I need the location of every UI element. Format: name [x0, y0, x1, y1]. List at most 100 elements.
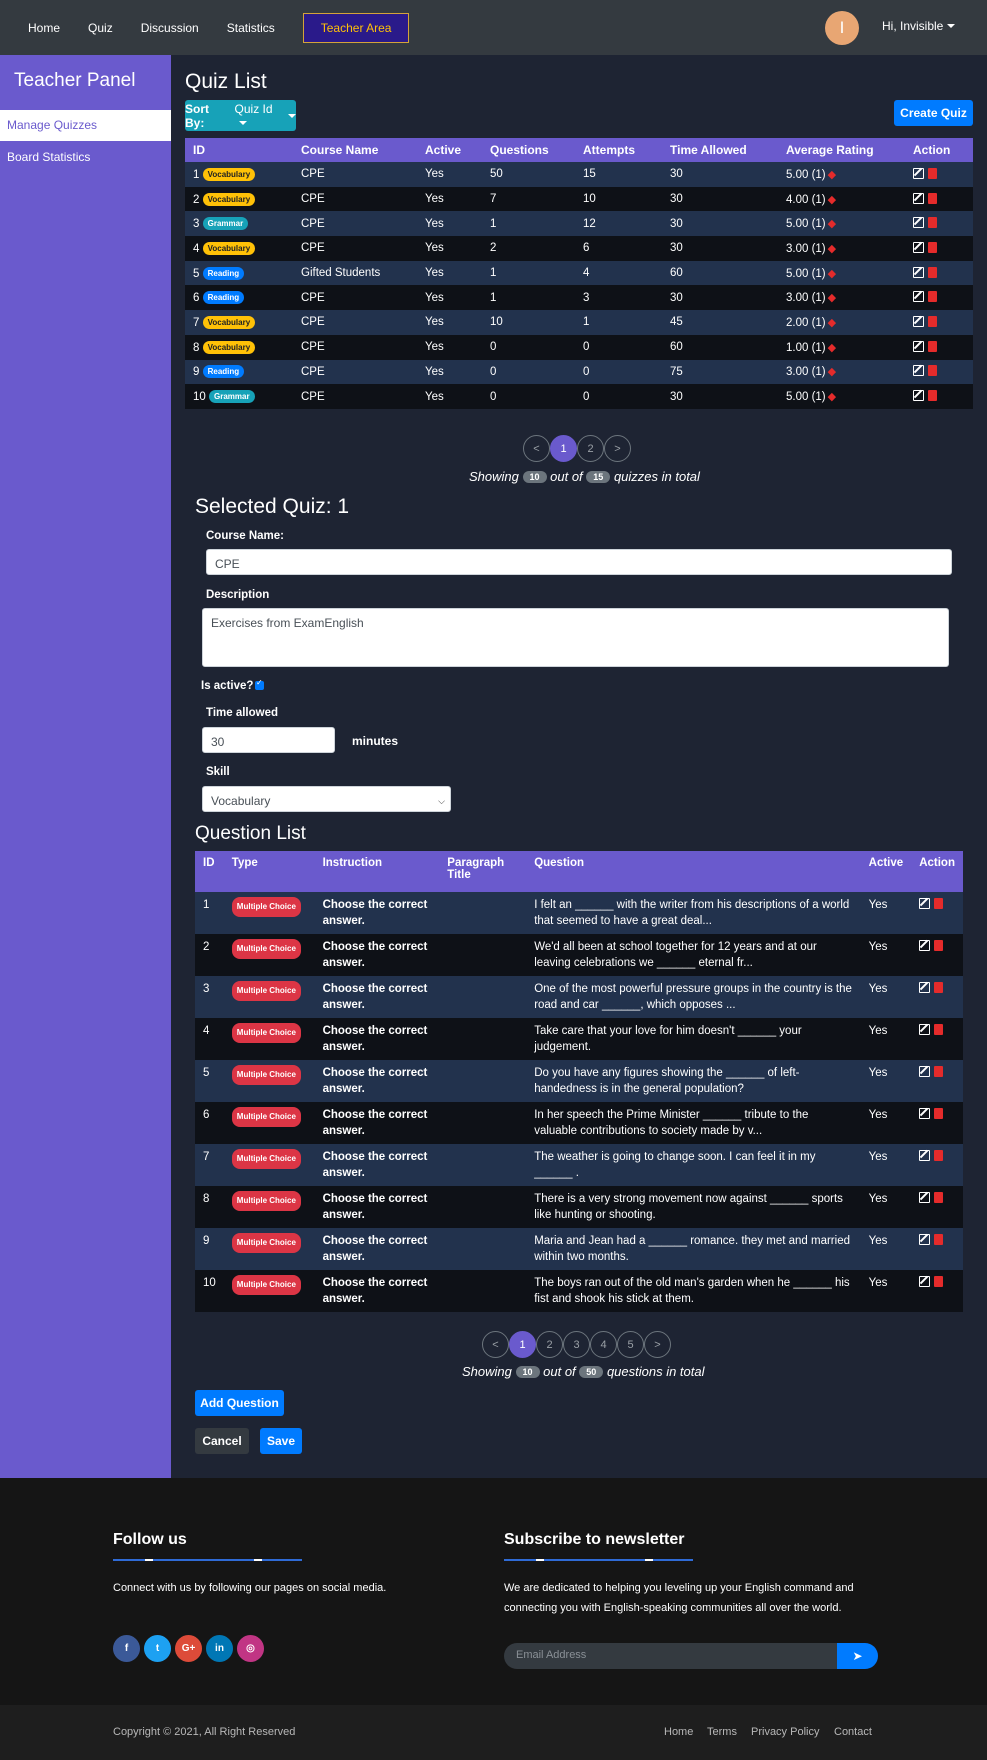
edit-icon[interactable] — [913, 266, 924, 278]
trash-icon[interactable] — [928, 167, 937, 179]
is-active-checkbox[interactable] — [255, 678, 264, 690]
table-row[interactable]: 10 Multiple Choice Choose the correct answ… — [195, 1270, 963, 1312]
trash-icon[interactable] — [934, 1108, 944, 1119]
page-button[interactable]: 2 — [536, 1331, 563, 1358]
table-row[interactable]: 5 Reading Gifted Students Yes 1 4 60 5.00 (1) ◆ — [185, 260, 973, 286]
trash-icon[interactable] — [934, 1024, 944, 1035]
edit-icon[interactable] — [919, 898, 931, 909]
trash-icon[interactable] — [934, 982, 944, 993]
trash-icon[interactable] — [928, 291, 937, 303]
edit-icon[interactable] — [919, 1108, 931, 1119]
cancel-button[interactable]: Cancel — [195, 1428, 249, 1454]
table-row[interactable]: 9 Reading CPE Yes 0 0 75 3.00 (1) ◆ — [185, 359, 973, 385]
table-row[interactable]: 2 Multiple Choice Choose the correct answe… — [195, 934, 963, 976]
trash-icon[interactable] — [928, 266, 937, 278]
edit-icon[interactable] — [919, 982, 931, 993]
trash-icon[interactable] — [928, 390, 937, 402]
course-name-input[interactable]: CPE — [206, 549, 952, 575]
twitter-icon[interactable]: t — [144, 1635, 171, 1662]
page-button[interactable]: > — [644, 1331, 671, 1358]
page-button[interactable]: 1 — [550, 435, 577, 462]
eraser-icon[interactable]: ◆ — [828, 342, 836, 354]
table-row[interactable]: 2 Vocabulary CPE Yes 7 10 30 4.00 (1) ◆ — [185, 186, 973, 212]
table-row[interactable]: 9 Multiple Choice Choose the correct answe… — [195, 1228, 963, 1270]
nav-discussion[interactable]: Discussion — [141, 21, 199, 35]
edit-icon[interactable] — [919, 1234, 931, 1245]
edit-icon[interactable] — [913, 390, 924, 402]
footer-link-privacy-policy[interactable]: Privacy Policy — [751, 1726, 819, 1738]
edit-icon[interactable] — [913, 241, 924, 253]
trash-icon[interactable] — [928, 340, 937, 352]
table-row[interactable]: 10 Grammar CPE Yes 0 0 30 5.00 (1) ◆ — [185, 384, 973, 409]
edit-icon[interactable] — [919, 1276, 931, 1287]
facebook-icon[interactable]: f — [113, 1635, 140, 1662]
skill-select[interactable]: Vocabulary ⌵ — [202, 786, 451, 812]
edit-icon[interactable] — [919, 1024, 931, 1035]
instagram-icon[interactable]: ◎ — [237, 1635, 264, 1662]
google-plus-icon[interactable]: G+ — [175, 1635, 202, 1662]
linkedin-icon[interactable]: in — [206, 1635, 233, 1662]
table-row[interactable]: 1 Multiple Choice Choose the correct answe… — [195, 892, 963, 934]
eraser-icon[interactable]: ◆ — [828, 243, 836, 255]
nav-home[interactable]: Home — [28, 21, 60, 35]
trash-icon[interactable] — [934, 1276, 944, 1287]
footer-link-terms[interactable]: Terms — [707, 1726, 737, 1738]
trash-icon[interactable] — [934, 1192, 944, 1203]
page-button[interactable]: 5 — [617, 1331, 644, 1358]
eraser-icon[interactable]: ◆ — [828, 391, 836, 403]
table-row[interactable]: 4 Vocabulary CPE Yes 2 6 30 3.00 (1) ◆ — [185, 236, 973, 261]
table-row[interactable]: 6 Multiple Choice Choose the correct answe… — [195, 1102, 963, 1144]
edit-icon[interactable] — [913, 340, 924, 352]
trash-icon[interactable] — [928, 192, 937, 204]
table-row[interactable]: 3 Multiple Choice Choose the correct answe… — [195, 976, 963, 1018]
page-button[interactable]: 4 — [590, 1331, 617, 1358]
eraser-icon[interactable]: ◆ — [828, 292, 836, 304]
trash-icon[interactable] — [928, 315, 937, 327]
trash-icon[interactable] — [928, 217, 937, 229]
sidebar-item-board-statistics[interactable]: Board Statistics — [0, 142, 171, 173]
edit-icon[interactable] — [919, 940, 931, 951]
page-button[interactable]: 1 — [509, 1331, 536, 1358]
edit-icon[interactable] — [913, 315, 924, 327]
nav-teacher-area[interactable]: Teacher Area — [302, 12, 410, 43]
time-allowed-input[interactable]: 30 — [202, 727, 335, 753]
nav-quiz[interactable]: Quiz — [88, 21, 113, 35]
trash-icon[interactable] — [934, 940, 944, 951]
edit-icon[interactable] — [919, 1066, 931, 1077]
table-row[interactable]: 6 Reading CPE Yes 1 3 30 3.00 (1) ◆ — [185, 285, 973, 311]
edit-icon[interactable] — [919, 1192, 931, 1203]
sidebar-item-manage-quizzes[interactable]: Manage Quizzes — [0, 110, 171, 141]
nav-statistics[interactable]: Statistics — [227, 21, 275, 35]
eraser-icon[interactable]: ◆ — [828, 317, 836, 329]
page-button[interactable]: > — [604, 435, 631, 462]
page-button[interactable]: 3 — [563, 1331, 590, 1358]
trash-icon[interactable] — [928, 365, 937, 377]
create-quiz-button[interactable]: Create Quiz — [894, 100, 973, 126]
email-input[interactable]: Email Address — [504, 1643, 838, 1669]
description-textarea[interactable]: Exercises from ExamEnglish — [202, 608, 949, 667]
eraser-icon[interactable]: ◆ — [828, 194, 836, 206]
trash-icon[interactable] — [934, 898, 944, 909]
edit-icon[interactable] — [913, 167, 924, 179]
page-button[interactable]: < — [523, 435, 550, 462]
eraser-icon[interactable]: ◆ — [828, 366, 836, 378]
user-menu-dropdown[interactable]: Hi, Invisible — [882, 19, 955, 33]
trash-icon[interactable] — [934, 1234, 944, 1245]
page-button[interactable]: 2 — [577, 435, 604, 462]
table-row[interactable]: 7 Vocabulary CPE Yes 10 1 45 2.00 (1) ◆ — [185, 310, 973, 335]
save-button[interactable]: Save — [260, 1428, 302, 1454]
trash-icon[interactable] — [934, 1150, 944, 1161]
eraser-icon[interactable]: ◆ — [828, 218, 836, 230]
eraser-icon[interactable]: ◆ — [828, 268, 836, 280]
trash-icon[interactable] — [928, 241, 937, 253]
page-button[interactable]: < — [482, 1331, 509, 1358]
footer-link-home[interactable]: Home — [664, 1726, 693, 1738]
table-row[interactable]: 8 Multiple Choice Choose the correct answe… — [195, 1186, 963, 1228]
subscribe-button[interactable]: ➤ — [837, 1643, 878, 1669]
footer-link-contact[interactable]: Contact — [834, 1726, 872, 1738]
trash-icon[interactable] — [934, 1066, 944, 1077]
edit-icon[interactable] — [919, 1150, 931, 1161]
table-row[interactable]: 7 Multiple Choice Choose the correct answe… — [195, 1144, 963, 1186]
eraser-icon[interactable]: ◆ — [828, 169, 836, 181]
table-row[interactable]: 1 Vocabulary CPE Yes 50 15 30 5.00 (1) ◆ — [185, 162, 973, 187]
